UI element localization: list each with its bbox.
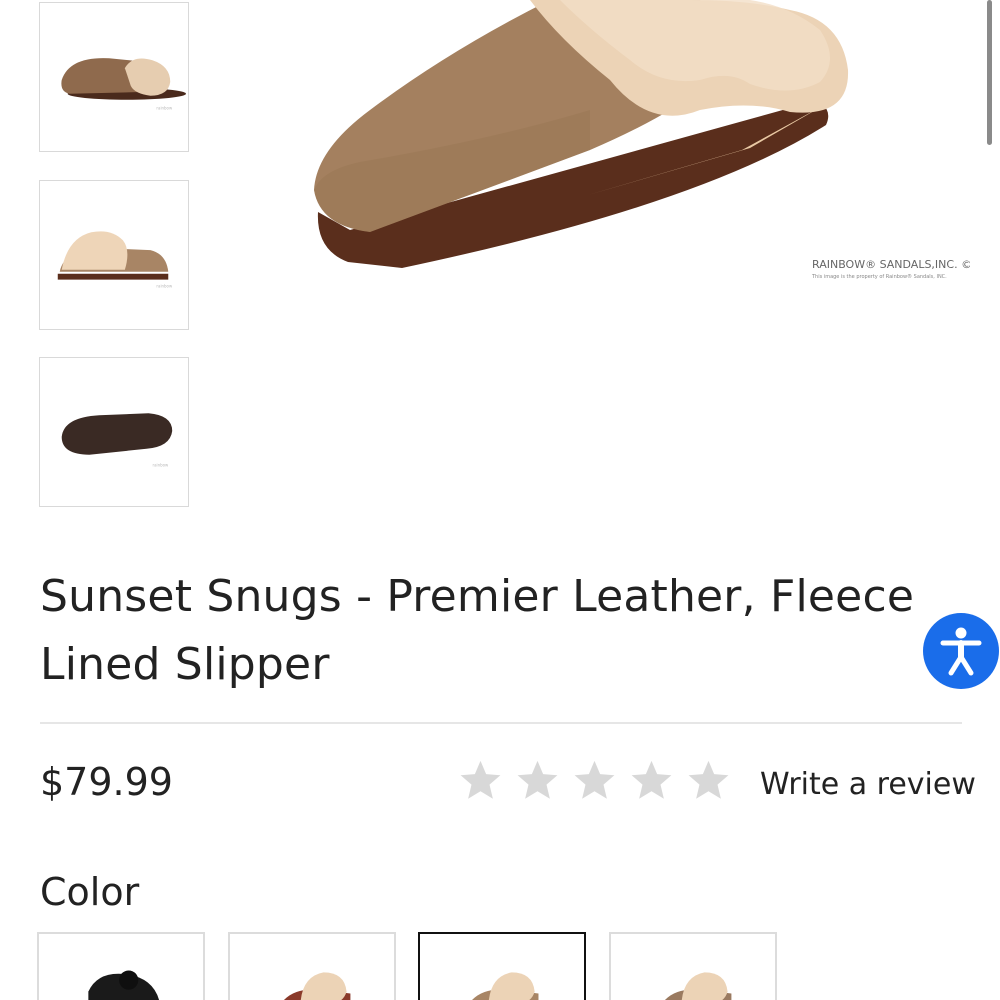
accessibility-button[interactable] [923,613,999,689]
svg-text:rainbow: rainbow [156,284,173,289]
write-review-link[interactable]: Write a review [760,763,976,807]
star-icon[interactable] [458,758,503,803]
svg-text:rainbow: rainbow [152,463,169,468]
gallery-thumbnail-sole[interactable]: rainbow [39,357,189,507]
product-title: Sunset Snugs - Premier Leather, Fleece L… [40,563,920,699]
product-title-line-2: Lined Slipper [40,639,330,690]
color-swatch-black[interactable] [37,932,205,1000]
image-watermark: RAINBOW® SANDALS,INC. © [812,258,970,271]
color-swatch-red[interactable] [228,932,396,1000]
image-watermark-note: This image is the property of Rainbow® S… [811,273,947,280]
section-divider [40,722,962,724]
star-icon[interactable] [515,758,560,803]
product-price: $79.99 [40,760,173,804]
color-swatch-chestnut[interactable] [418,932,586,1000]
main-product-image[interactable]: RAINBOW® SANDALS,INC. © This image is th… [230,0,970,300]
color-label: Color [40,870,140,914]
star-icon[interactable] [629,758,674,803]
svg-text:rainbow: rainbow [156,106,173,111]
page-scrollbar[interactable] [987,0,992,145]
gallery-thumbnail-side[interactable]: rainbow [39,2,189,152]
product-title-line-1: Sunset Snugs - Premier Leather, Fleece [40,571,915,622]
star-rating[interactable] [458,758,731,803]
star-icon[interactable] [686,758,731,803]
accessibility-icon [940,627,982,676]
product-page: rainbow rainbow rainbow RAINBOW® SANDALS… [0,0,1000,1000]
star-icon[interactable] [572,758,617,803]
gallery-thumbnail-front[interactable]: rainbow [39,180,189,330]
color-swatch-tan[interactable] [609,932,777,1000]
